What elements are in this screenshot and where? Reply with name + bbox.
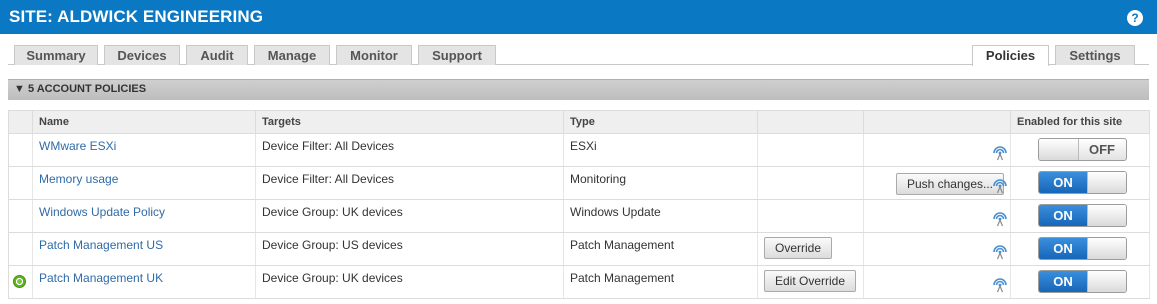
push-changes-button[interactable]: Push changes... [895, 173, 1004, 195]
type-cell: ESXi [563, 133, 758, 167]
push-cell [863, 232, 1011, 266]
toggle-off-label: OFF [1089, 142, 1115, 157]
name-cell: WMware ESXi [32, 133, 256, 167]
name-cell: Windows Update Policy [32, 199, 256, 233]
tab-audit[interactable]: Audit [186, 45, 248, 65]
enabled-cell: ON [1010, 166, 1150, 200]
enabled-cell: ON [1010, 265, 1150, 299]
status-cell [8, 133, 33, 167]
policy-name-link[interactable]: Memory usage [39, 172, 118, 186]
toggle-knob[interactable] [1087, 238, 1126, 259]
enabled-toggle[interactable]: ON [1038, 237, 1127, 260]
action-column-header [757, 110, 864, 134]
push-cell [863, 133, 1011, 167]
page-title: SITE: ALDWICK ENGINEERING [9, 7, 264, 26]
status-indicator-icon [13, 275, 26, 288]
policy-row: Patch Management UK Device Group: UK devi… [8, 265, 1150, 299]
policy-row: Windows Update Policy Device Group: UK de… [8, 199, 1150, 233]
targets-column-header[interactable]: Targets [255, 110, 564, 134]
toggle-on-label: ON [1039, 271, 1087, 292]
enabled-toggle[interactable]: OFF [1038, 138, 1127, 161]
push-cell: Push changes... [863, 166, 1011, 200]
enabled-toggle[interactable]: ON [1038, 171, 1127, 194]
enabled-cell: ON [1010, 199, 1150, 233]
targets-cell: Device Filter: All Devices [255, 133, 564, 167]
action-cell [757, 133, 864, 167]
tab-settings[interactable]: Settings [1055, 45, 1135, 65]
edit-override-button[interactable]: Edit Override [764, 270, 857, 292]
targets-cell: Device Group: US devices [255, 232, 564, 266]
table-header-row: Name Targets Type Enabled for this site [8, 110, 1150, 134]
tab-policies[interactable]: Policies [972, 45, 1049, 66]
push-cell [863, 265, 1011, 299]
status-cell [8, 166, 33, 200]
tab-monitor[interactable]: Monitor [336, 45, 412, 65]
targets-cell: Device Group: UK devices [255, 265, 564, 299]
account-policies-section-header[interactable]: ▼ 5 ACCOUNT POLICIES [8, 79, 1149, 100]
name-cell: Patch Management US [32, 232, 256, 266]
tab-devices[interactable]: Devices [104, 45, 180, 65]
type-cell: Patch Management [563, 265, 758, 299]
device-signal-icon[interactable] [991, 242, 1009, 260]
status-cell [8, 199, 33, 233]
toggle-knob[interactable] [1039, 139, 1079, 160]
name-cell: Patch Management UK [32, 265, 256, 299]
override-button[interactable]: Override [764, 237, 833, 259]
enabled-toggle[interactable]: ON [1038, 204, 1127, 227]
enabled-cell: ON [1010, 232, 1150, 266]
device-signal-icon[interactable] [991, 176, 1009, 194]
policy-row: WMware ESXi Device Filter: All Devices ESX… [8, 133, 1150, 167]
policy-name-link[interactable]: Windows Update Policy [39, 205, 165, 219]
tab-support[interactable]: Support [418, 45, 496, 65]
status-cell [8, 232, 33, 266]
enabled-toggle[interactable]: ON [1038, 270, 1127, 293]
tab-summary[interactable]: Summary [14, 45, 98, 65]
device-signal-icon[interactable] [991, 143, 1009, 161]
type-column-header[interactable]: Type [563, 110, 758, 134]
toggle-on-label: ON [1039, 205, 1087, 226]
action-cell [757, 199, 864, 233]
help-icon[interactable]: ? [1127, 10, 1143, 26]
section-label: ▼ 5 ACCOUNT POLICIES [14, 83, 147, 95]
targets-cell: Device Filter: All Devices [255, 166, 564, 200]
toggle-knob[interactable] [1087, 271, 1126, 292]
targets-cell: Device Group: UK devices [255, 199, 564, 233]
enabled-cell: OFF [1010, 133, 1150, 167]
policies-table: Name Targets Type Enabled for this site … [8, 110, 1150, 299]
device-signal-icon[interactable] [991, 209, 1009, 227]
name-cell: Memory usage [32, 166, 256, 200]
action-cell: Edit Override [757, 265, 864, 299]
tab-manage[interactable]: Manage [254, 45, 330, 65]
policy-name-link[interactable]: Patch Management UK [39, 271, 163, 285]
action-cell: Override [757, 232, 864, 266]
toggle-on-label: ON [1039, 172, 1087, 193]
toggle-knob[interactable] [1087, 172, 1126, 193]
type-cell: Windows Update [563, 199, 758, 233]
toggle-knob[interactable] [1087, 205, 1126, 226]
type-cell: Patch Management [563, 232, 758, 266]
name-column-header[interactable]: Name [32, 110, 256, 134]
status-column-header [8, 110, 33, 134]
enabled-column-header: Enabled for this site [1010, 110, 1150, 134]
policy-name-link[interactable]: WMware ESXi [39, 139, 116, 153]
site-header: SITE: ALDWICK ENGINEERING ? [0, 0, 1157, 34]
push-cell [863, 199, 1011, 233]
status-cell [8, 265, 33, 299]
policy-name-link[interactable]: Patch Management US [39, 238, 163, 252]
device-signal-icon[interactable] [991, 275, 1009, 293]
action-cell [757, 166, 864, 200]
push-column-header [863, 110, 1011, 134]
policy-row: Patch Management US Device Group: US devi… [8, 232, 1150, 266]
policy-row: Memory usage Device Filter: All Devices Mo… [8, 166, 1150, 200]
toggle-on-label: ON [1039, 238, 1087, 259]
type-cell: Monitoring [563, 166, 758, 200]
